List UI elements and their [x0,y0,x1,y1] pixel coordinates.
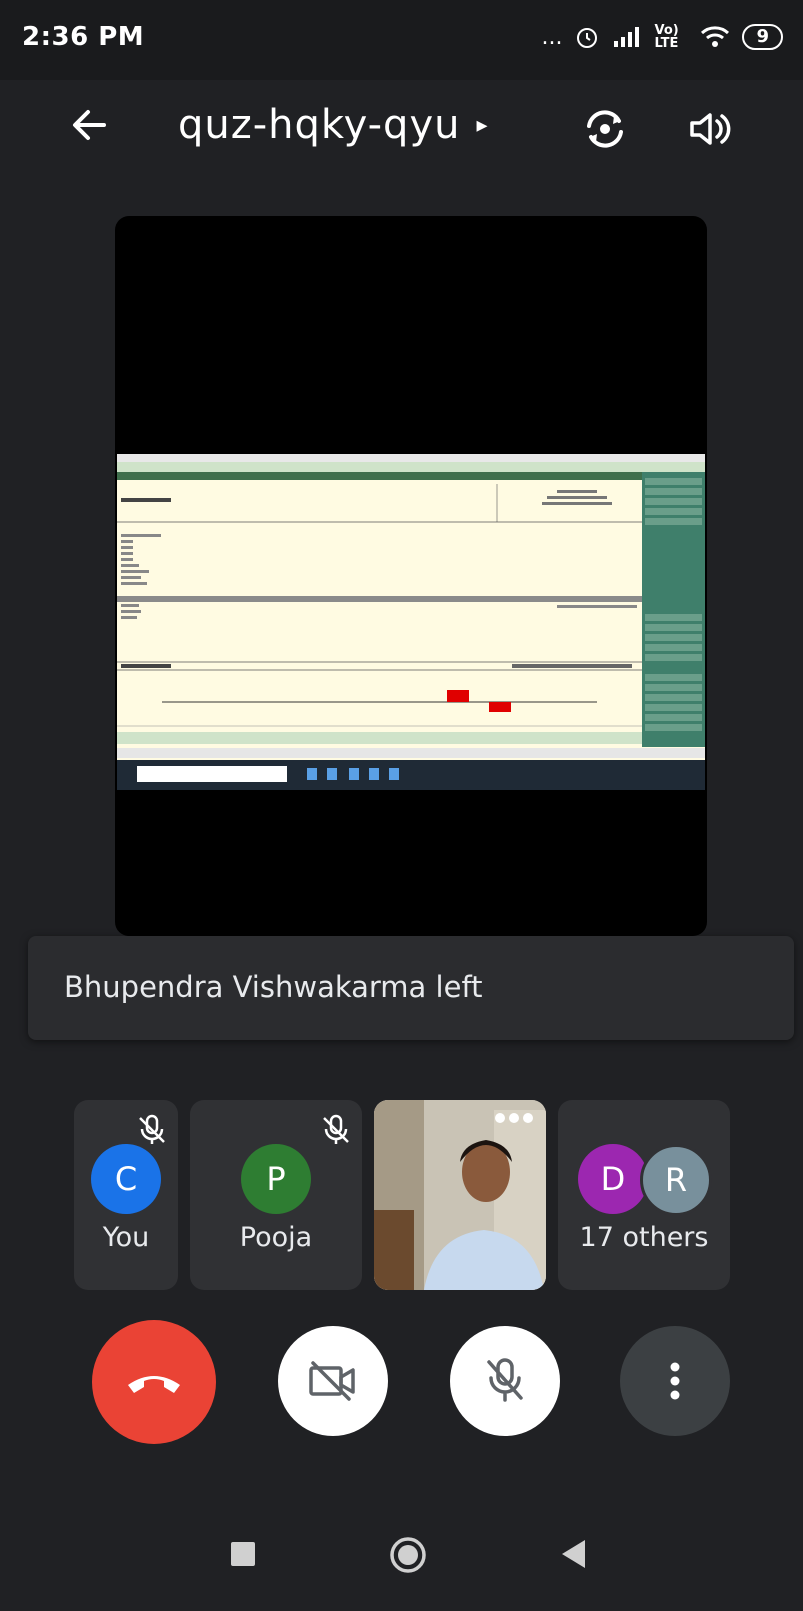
participant-tile-video[interactable] [374,1100,546,1290]
avatar: P [241,1144,311,1214]
mic-off-icon [487,1358,523,1402]
participant-name: Pooja [239,1222,313,1253]
more-horizontal-icon[interactable] [494,1110,534,1126]
network-label: Vo) LTE [654,23,679,51]
caret-right-icon: ▸ [476,112,489,138]
arrow-left-icon[interactable] [64,100,114,150]
status-dots: ... [541,24,563,50]
wifi-icon [701,26,730,47]
meeting-title[interactable]: quz-hqky-qyu ▸ [178,102,489,148]
camera-toggle-button[interactable] [278,1326,388,1436]
avatar: D [578,1144,648,1214]
participant-tile-pooja[interactable]: P Pooja [190,1100,362,1290]
more-vertical-icon [670,1362,680,1400]
participant-name: You [102,1222,150,1253]
recents-icon[interactable] [228,1539,258,1569]
system-nav-bar [0,1511,803,1611]
camera-switch-icon[interactable] [580,104,630,154]
avatar: C [91,1144,161,1214]
avatar: R [640,1144,712,1216]
alarm-icon [577,28,598,48]
end-call-button[interactable] [92,1320,216,1444]
participant-tile-you[interactable]: C You [74,1100,178,1290]
mic-off-icon [323,1114,349,1144]
more-options-button[interactable] [620,1326,730,1436]
signal-icon [614,27,640,47]
phone-hangup-icon [128,1376,180,1393]
battery-indicator: 9 [742,24,783,50]
mic-off-icon [139,1114,165,1144]
video-off-icon [309,1361,355,1401]
shared-screen [115,216,707,936]
status-icons: ... Vo) LTE 9 [541,20,783,54]
back-nav-icon[interactable] [558,1537,588,1571]
mic-toggle-button[interactable] [450,1326,560,1436]
meeting-code: quz-hqky-qyu [178,102,461,148]
toast-message: Bhupendra Vishwakarma left [64,970,483,1004]
notification-toast: Bhupendra Vishwakarma left [28,936,794,1040]
participant-tile-others[interactable]: D R 17 others [558,1100,730,1290]
status-time: 2:36 PM [22,22,145,52]
status-bar: 2:36 PM ... Vo) LTE 9 [0,0,803,80]
home-icon[interactable] [388,1535,428,1575]
speaker-icon[interactable] [684,104,734,154]
presented-screen-image [117,454,705,790]
participant-video-image [374,1100,546,1290]
participant-name: 17 others [579,1222,709,1253]
